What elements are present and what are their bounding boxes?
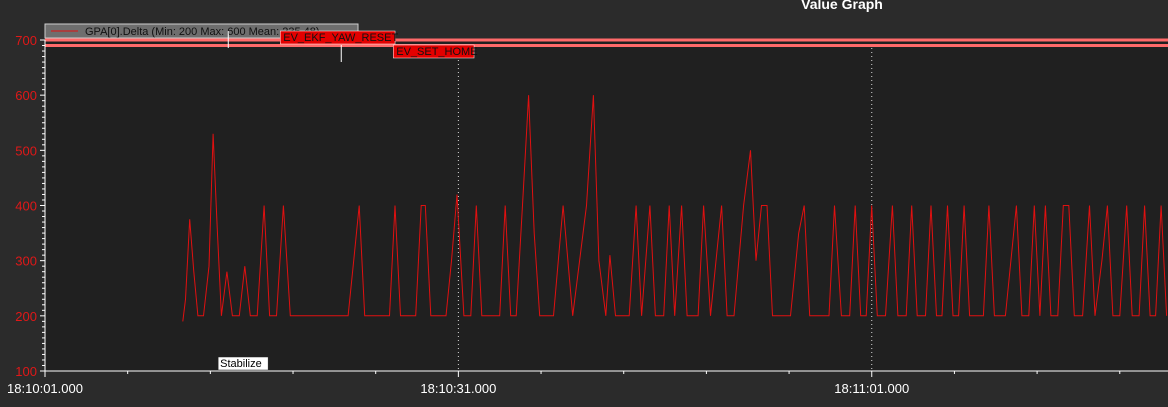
y-tick-label: 500 [15, 143, 37, 158]
x-tick-label: 18:10:31.000 [420, 381, 496, 396]
y-tick-label: 100 [15, 364, 37, 379]
event-label: EV_EKF_YAW_RESET [283, 32, 398, 44]
chart-title: Value Graph [801, 0, 883, 12]
event-label: EV_SET_HOME [396, 46, 477, 58]
y-tick-label: 600 [15, 88, 37, 103]
y-tick-label: 400 [15, 199, 37, 214]
x-tick-label: 18:10:01.000 [7, 381, 83, 396]
plot-area[interactable] [45, 40, 1168, 371]
mode-markers: Stabilize [217, 356, 269, 371]
x-tick-label: 18:11:01.000 [834, 381, 909, 396]
chart-svg[interactable]: 100 200 300 400 500 600 700 18:10:01.000 18:10:… [0, 0, 1168, 407]
y-tick-label: 200 [15, 309, 37, 324]
value-graph-panel: 100 200 300 400 500 600 700 18:10:01.000 18:10:… [0, 0, 1168, 407]
y-tick-label: 700 [15, 33, 37, 48]
y-tick-label: 300 [15, 254, 37, 269]
mode-label: Stabilize [220, 358, 262, 370]
